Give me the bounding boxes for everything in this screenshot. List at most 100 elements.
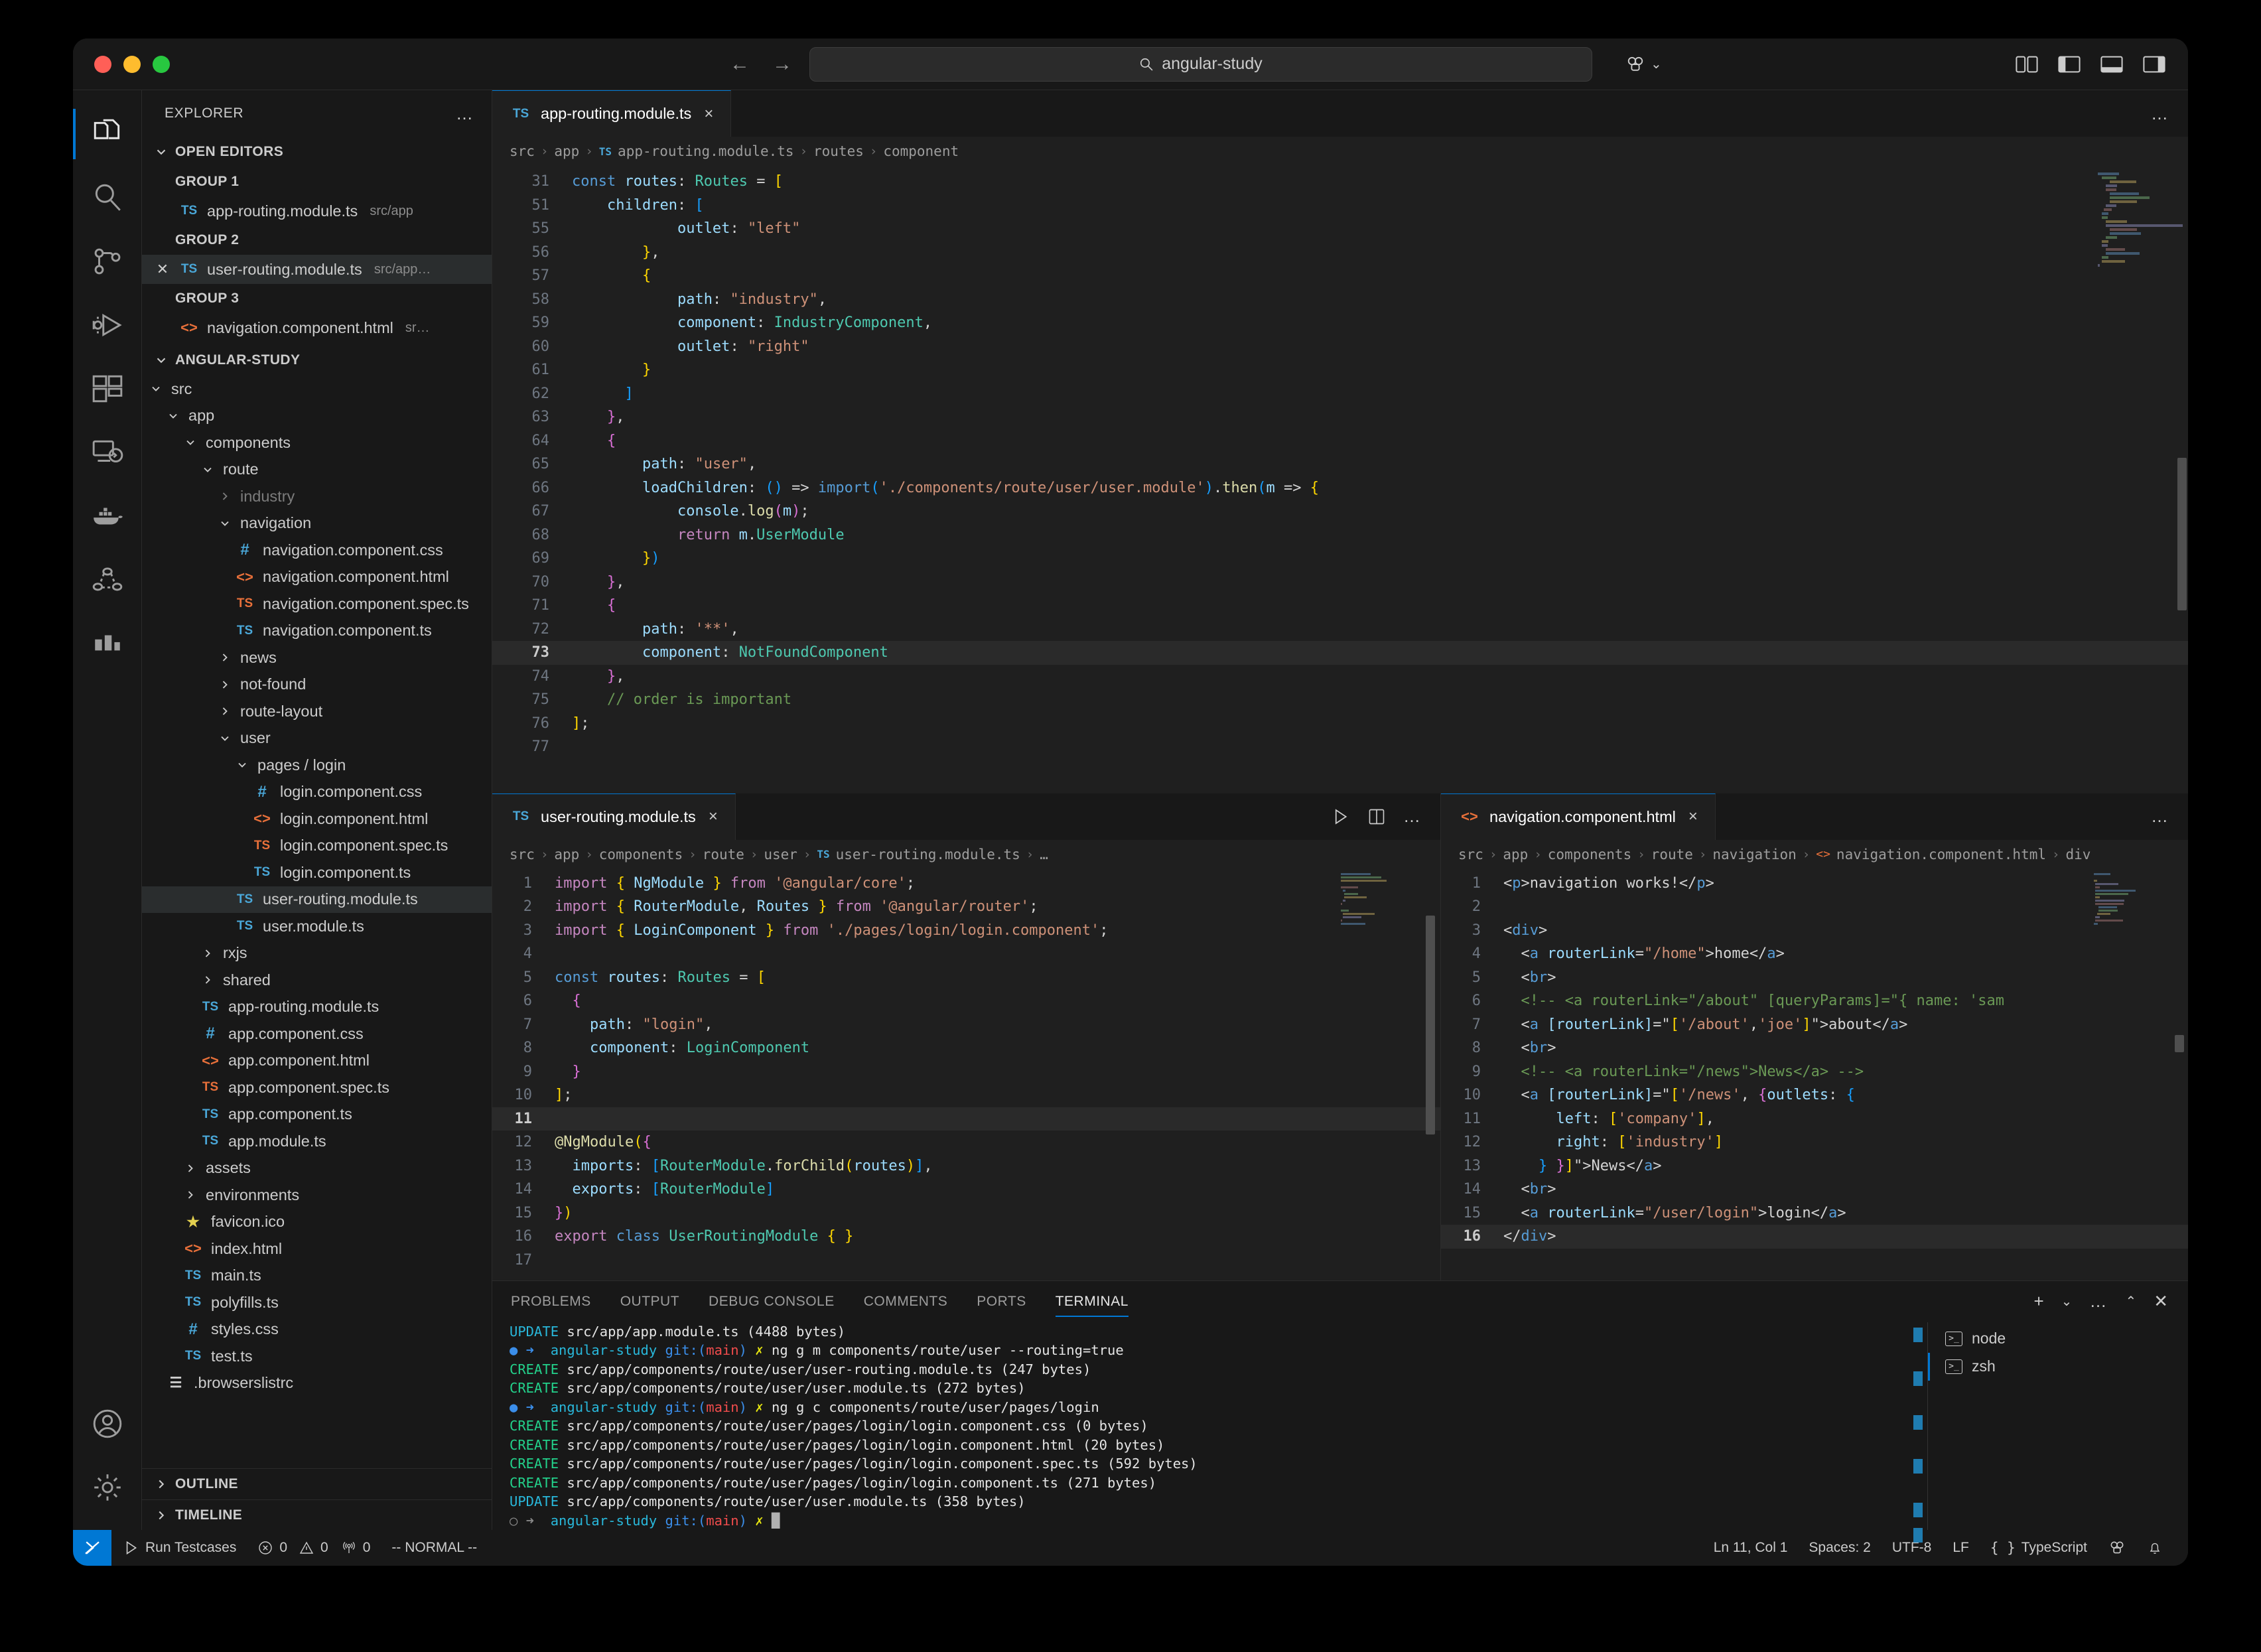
more-icon[interactable]: … <box>1403 806 1422 827</box>
toggle-secondary-sidebar-icon[interactable] <box>2143 55 2165 74</box>
terminal-command-mark[interactable] <box>1913 1459 1923 1474</box>
close-editor-icon[interactable]: ✕ <box>154 261 171 278</box>
code-line[interactable]: 65 path: "user", <box>492 452 2188 476</box>
code-line[interactable]: 10 <a [routerLink]="['/news', {outlets: … <box>1441 1083 2188 1107</box>
code-line[interactable]: 61 } <box>492 358 2188 382</box>
tree-folder[interactable]: app <box>142 403 492 430</box>
breadcrumb-item[interactable]: components <box>599 847 683 862</box>
tree-file[interactable]: TSpolyfills.ts <box>142 1289 492 1316</box>
code-line[interactable]: 51 children: [ <box>492 194 2188 218</box>
code-line[interactable]: 1import { NgModule } from '@angular/core… <box>492 872 1440 896</box>
terminal-command-mark[interactable] <box>1913 1415 1923 1430</box>
sidebar-item-testing-chart[interactable] <box>73 612 142 675</box>
tree-file[interactable]: TSlogin.component.spec.ts <box>142 833 492 860</box>
twistie[interactable] <box>216 678 234 691</box>
vim-mode-indicator[interactable] <box>73 1530 111 1566</box>
code-line[interactable]: 69 }) <box>492 547 2188 571</box>
twistie[interactable] <box>182 436 199 449</box>
terminal-instance-zsh[interactable]: >_zsh <box>1928 1353 2188 1381</box>
tree-folder[interactable]: user <box>142 725 492 752</box>
main-code-pane[interactable]: 31const routes: Routes = [51 children: [… <box>492 166 2188 793</box>
code-line[interactable]: 2 <box>1441 895 2188 919</box>
code-line[interactable]: 8 <br> <box>1441 1036 2188 1060</box>
tree-file[interactable]: TSapp-routing.module.ts <box>142 994 492 1021</box>
code-line[interactable]: 2import { RouterModule, Routes } from '@… <box>492 895 1440 919</box>
tree-folder[interactable]: industry <box>142 483 492 510</box>
code-line[interactable]: 16export class UserRoutingModule { } <box>492 1225 1440 1249</box>
minimap[interactable] <box>2094 873 2158 926</box>
tree-folder[interactable]: pages / login <box>142 752 492 779</box>
code-line[interactable]: 3<div> <box>1441 919 2188 943</box>
remote-indicator-button[interactable]: ⌄ <box>1625 54 1662 74</box>
maximize-window-button[interactable] <box>153 56 170 73</box>
code-line[interactable]: 4 <box>492 942 1440 966</box>
twistie[interactable] <box>216 490 234 503</box>
tree-file[interactable]: #app.component.css <box>142 1020 492 1048</box>
tree-file[interactable]: <>navigation.component.html <box>142 564 492 591</box>
code-line[interactable]: 71 { <box>492 594 2188 618</box>
forward-icon[interactable]: → <box>772 54 792 74</box>
vertical-scrollbar[interactable] <box>2177 458 2187 610</box>
code-line[interactable]: 73 component: NotFoundComponent <box>492 641 2188 665</box>
run-testcases-button[interactable]: Run Testcases <box>111 1530 247 1566</box>
tree-file[interactable]: <>index.html <box>142 1235 492 1263</box>
panel-tab-problems[interactable]: PROBLEMS <box>511 1281 591 1322</box>
quick-search-input[interactable]: angular-study <box>809 47 1592 82</box>
open-editors-section-header[interactable]: OPEN EDITORS <box>142 137 492 167</box>
tree-file[interactable]: TSapp.component.ts <box>142 1101 492 1129</box>
tree-folder[interactable]: rxjs <box>142 940 492 967</box>
add-terminal-icon[interactable]: + <box>2033 1291 2043 1312</box>
close-icon[interactable]: × <box>1688 807 1698 826</box>
terminal-command-mark[interactable] <box>1913 1328 1923 1342</box>
project-section-header[interactable]: ANGULAR-STUDY <box>142 345 492 376</box>
tree-file[interactable]: TSapp.module.ts <box>142 1128 492 1155</box>
code-line[interactable]: 6 { <box>492 989 1440 1013</box>
twistie[interactable] <box>182 1162 199 1175</box>
code-line[interactable]: 55 outlet: "left" <box>492 217 2188 241</box>
tree-file[interactable]: TSnavigation.component.ts <box>142 618 492 645</box>
terminal-output[interactable]: UPDATE src/app/app.module.ts (4488 bytes… <box>492 1322 1909 1531</box>
right-code-pane[interactable]: 1<p>navigation works!</p>23<div>4 <a rou… <box>1441 869 2188 1280</box>
code-line[interactable]: 68 return m.UserModule <box>492 523 2188 547</box>
code-line[interactable]: 74 }, <box>492 665 2188 689</box>
tree-file[interactable]: TSlogin.component.ts <box>142 859 492 886</box>
open-editor-item[interactable]: ✕TSuser-routing.module.tssrc/app… <box>142 255 492 284</box>
minimize-window-button[interactable] <box>123 56 141 73</box>
panel-tab-debug-console[interactable]: DEBUG CONSOLE <box>709 1281 835 1322</box>
code-line[interactable]: 10]; <box>492 1083 1440 1107</box>
breadcrumb-item[interactable]: app <box>554 143 579 159</box>
twistie[interactable] <box>182 1188 199 1202</box>
tree-folder[interactable]: environments <box>142 1182 492 1209</box>
more-icon[interactable]: … <box>2089 1291 2108 1312</box>
terminal-command-mark[interactable] <box>1913 1528 1923 1543</box>
twistie[interactable] <box>216 732 234 745</box>
code-line[interactable]: 64 { <box>492 429 2188 453</box>
code-line[interactable]: 76]; <box>492 712 2188 736</box>
code-line[interactable]: 62 ] <box>492 382 2188 406</box>
sidebar-item-extensions[interactable] <box>73 357 142 421</box>
tab-app-routing-module-ts[interactable]: TS app-routing.module.ts × <box>492 90 731 137</box>
tree-file[interactable]: <>login.component.html <box>142 805 492 833</box>
code-line[interactable]: 15}) <box>492 1202 1440 1225</box>
cursor-position[interactable]: Ln 11, Col 1 <box>1703 1530 1799 1566</box>
code-line[interactable]: 9 <!-- <a routerLink="/news">News</a> --… <box>1441 1060 2188 1084</box>
code-line[interactable]: 75 // order is important <box>492 688 2188 712</box>
code-line[interactable]: 6 <!-- <a routerLink="/about" [queryPara… <box>1441 989 2188 1013</box>
breadcrumb-item[interactable]: app <box>554 847 579 862</box>
code-line[interactable]: 14 <br> <box>1441 1178 2188 1202</box>
minimap[interactable] <box>2098 172 2177 272</box>
code-line[interactable]: 7 <a [routerLink]="['/about','joe']">abo… <box>1441 1013 2188 1037</box>
code-line[interactable]: 3import { LoginComponent } from './pages… <box>492 919 1440 943</box>
tree-file[interactable]: TSmain.ts <box>142 1263 492 1290</box>
back-icon[interactable]: ← <box>730 54 750 74</box>
terminal-command-mark[interactable] <box>1913 1371 1923 1386</box>
open-editor-item[interactable]: TSapp-routing.module.tssrc/app <box>142 196 492 226</box>
more-icon[interactable]: … <box>2151 103 2169 124</box>
code-line[interactable]: 63 }, <box>492 405 2188 429</box>
encoding[interactable]: UTF-8 <box>1882 1530 1943 1566</box>
tree-file[interactable]: TSuser-routing.module.ts <box>142 886 492 914</box>
close-icon[interactable]: ✕ <box>2154 1291 2168 1312</box>
twistie[interactable] <box>199 463 216 476</box>
code-line[interactable]: 60 outlet: "right" <box>492 335 2188 359</box>
twistie[interactable] <box>234 758 251 772</box>
